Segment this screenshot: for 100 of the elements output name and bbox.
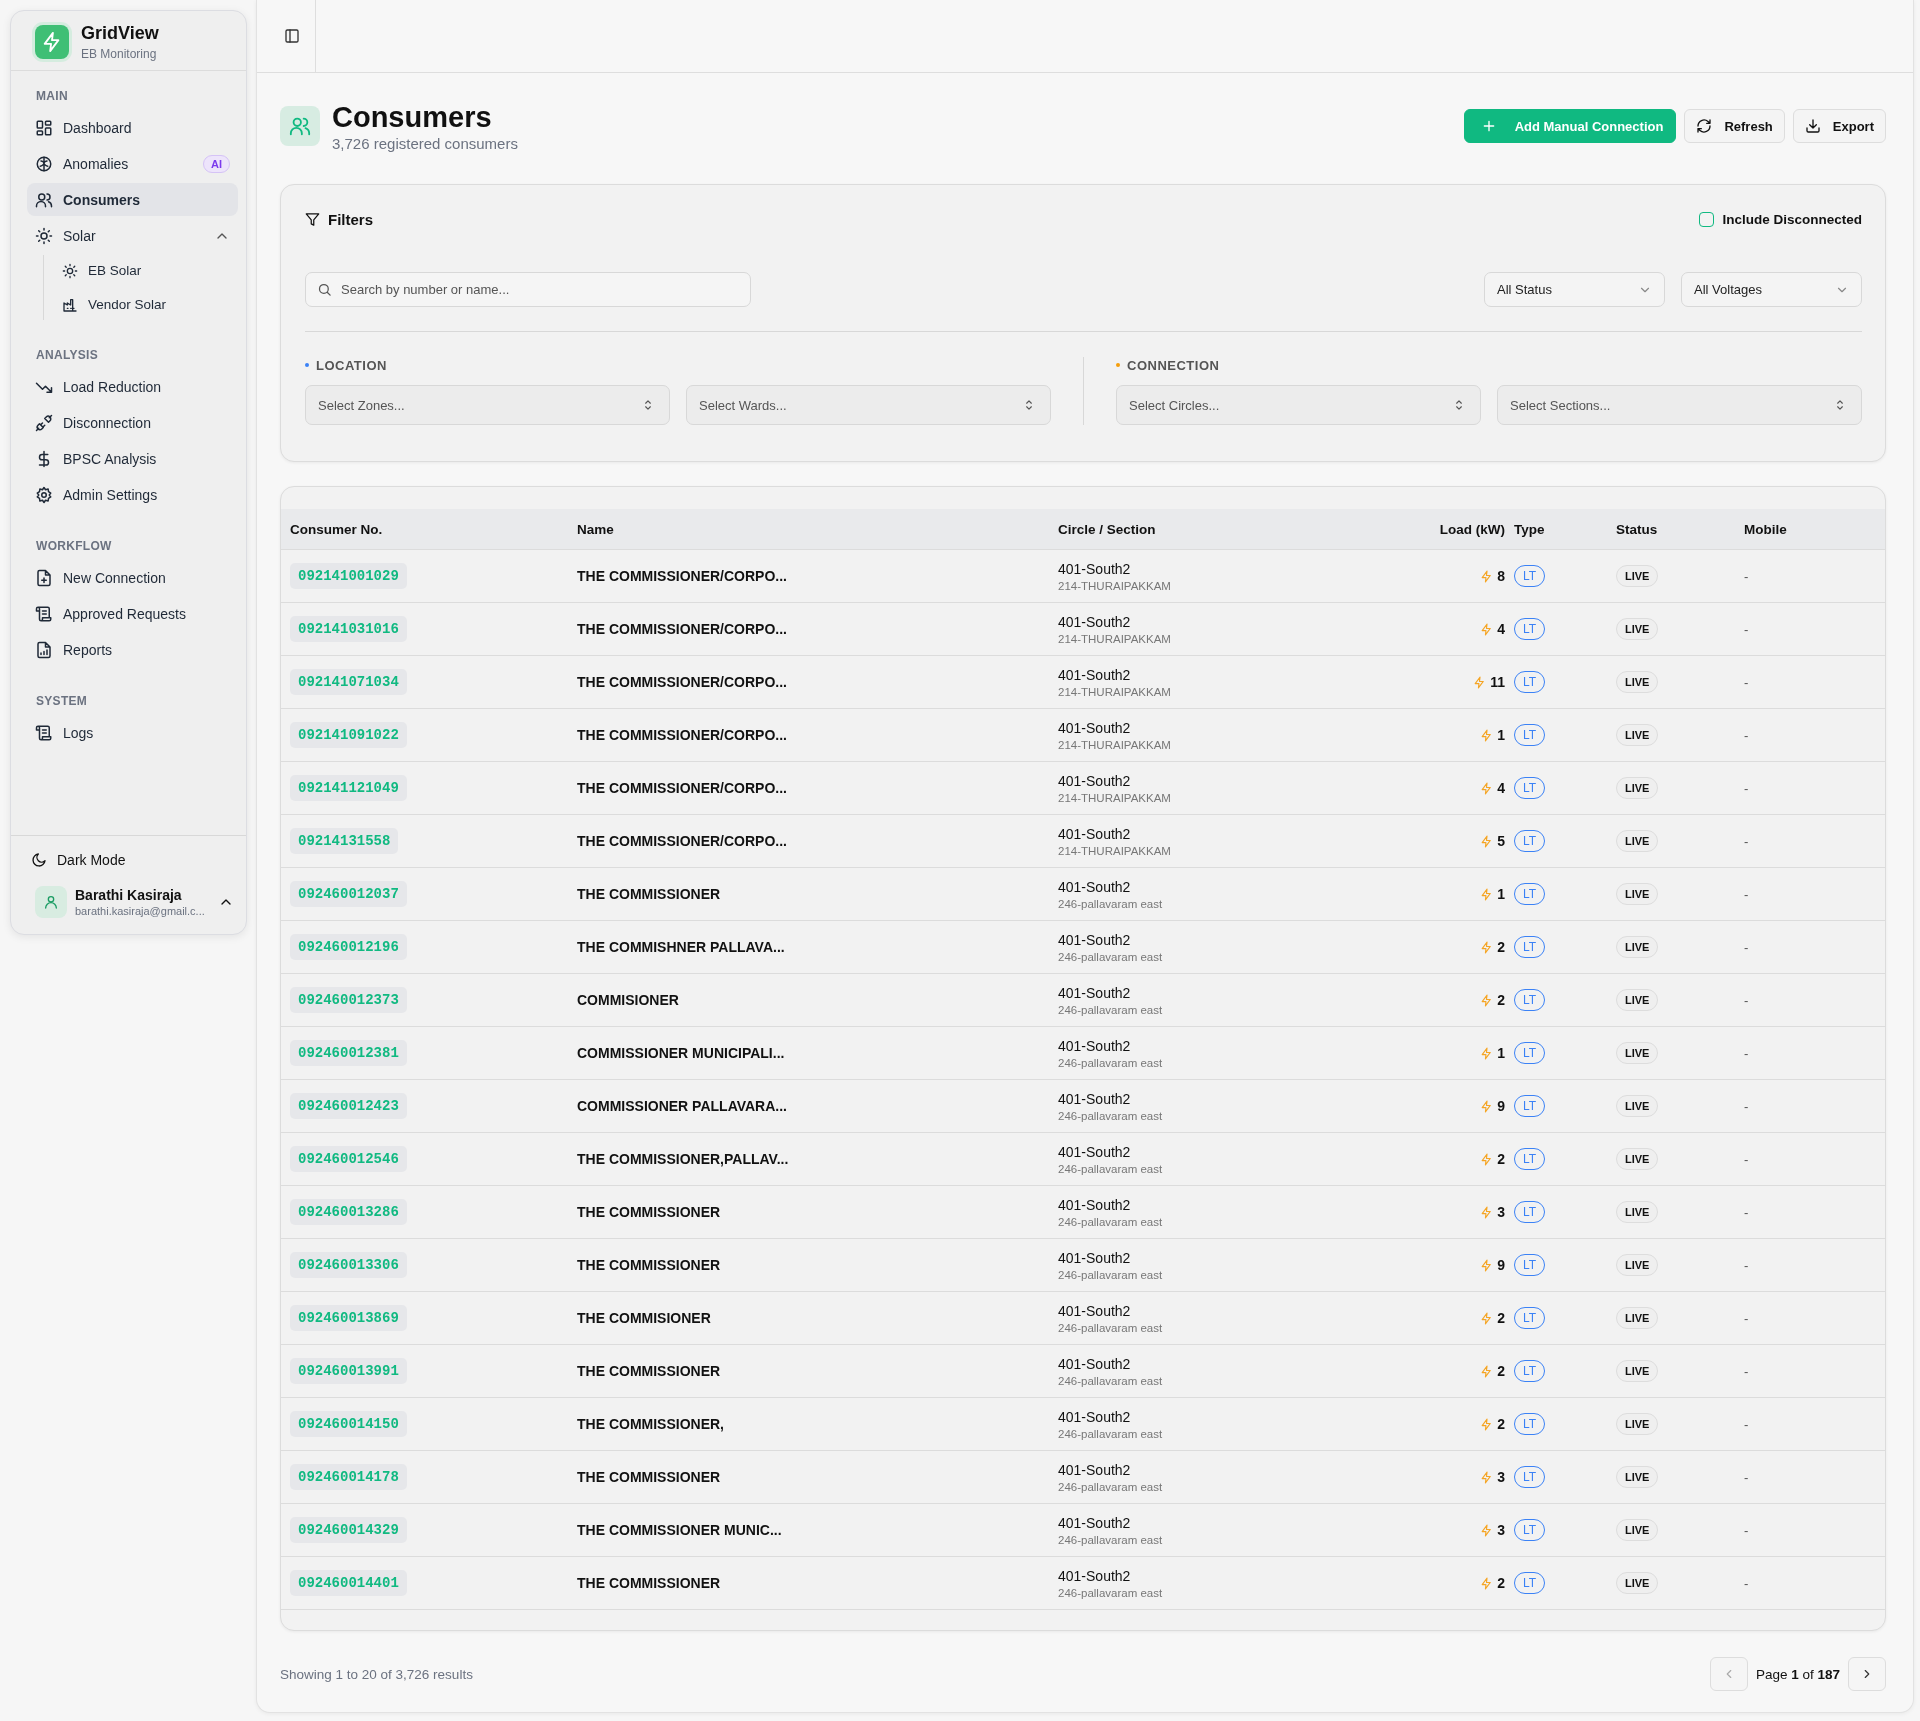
column-header: Mobile <box>1744 521 1788 537</box>
select-field[interactable]: Select Wards... <box>686 385 1051 425</box>
nav-item[interactable]: New Connection <box>27 561 238 594</box>
dark-mode-toggle[interactable]: Dark Mode <box>23 848 238 872</box>
users-icon <box>35 190 53 209</box>
section-text: 246-pallavaram east <box>1058 1215 1164 1228</box>
load-value: 1 <box>1497 727 1505 743</box>
circle-text: 401-South2 <box>1058 1461 1132 1478</box>
nav-item[interactable]: BPSC Analysis <box>27 442 238 475</box>
mobile-text: - <box>1744 1364 1749 1379</box>
section-text: 214-THURAIPAKKAM <box>1058 685 1172 698</box>
bolt-icon <box>1480 1470 1494 1484</box>
nav-item[interactable]: Consumers <box>27 183 238 216</box>
nav-subitem[interactable]: Vendor Solar <box>54 289 238 320</box>
circle-text: 401-South2 <box>1058 1514 1132 1531</box>
consumer-name: THE COMMISHNER PALLAVA... <box>577 939 785 955</box>
previous-page-button[interactable] <box>1709 1657 1748 1691</box>
circle-text: 401-South2 <box>1058 1249 1132 1266</box>
column-header: Status <box>1616 521 1659 537</box>
section-text: 214-THURAIPAKKAM <box>1058 844 1172 857</box>
status-badge: LIVE <box>1616 1413 1659 1435</box>
select-field[interactable]: Select Circles... <box>1116 385 1481 425</box>
nav-item[interactable]: Dashboard <box>27 111 238 144</box>
consumer-name: THE COMMISSIONER MUNIC... <box>577 1522 782 1538</box>
section-text: 246-pallavaram east <box>1058 1268 1164 1281</box>
group-title: CONNECTION <box>1127 357 1220 373</box>
consumer-name: THE COMMISSIONER <box>577 886 721 902</box>
consumer-name: THE COMMISSIONER <box>577 1469 721 1485</box>
nav-item[interactable]: Admin Settings <box>27 478 238 511</box>
status-badge: LIVE <box>1616 1201 1659 1223</box>
column-header: Load (kW) <box>1438 521 1506 537</box>
dropdown[interactable]: All Status <box>1484 272 1665 307</box>
dropdown[interactable]: All Voltages <box>1681 272 1862 307</box>
load-value: 5 <box>1497 833 1505 849</box>
consumer-name: THE COMMISIONER <box>577 1310 711 1326</box>
consumer-name: COMMISSIONER MUNICIPALI... <box>577 1045 785 1061</box>
section-text: 214-THURAIPAKKAM <box>1058 791 1172 804</box>
nav-item[interactable]: Disconnection <box>27 406 238 439</box>
status-badge: LIVE <box>1616 1148 1659 1170</box>
section-title: SYSTEM <box>36 694 89 708</box>
status-badge: LIVE <box>1616 830 1659 852</box>
bolt-icon <box>1480 569 1494 583</box>
page-title: Consumers <box>332 100 493 133</box>
user-menu[interactable]: Barathi Kasiraja barathi.kasiraja@gmail.c... <box>23 882 238 922</box>
load-value: 11 <box>1490 674 1505 690</box>
section-text: 246-pallavaram east <box>1058 1109 1164 1122</box>
nav-item[interactable]: Anomalies AI <box>27 147 238 180</box>
filters-title: Filters <box>328 211 373 228</box>
nav-item[interactable]: Approved Requests <box>27 597 238 630</box>
circle-text: 401-South2 <box>1058 1037 1132 1054</box>
section-text: 246-pallavaram east <box>1058 1321 1164 1334</box>
nav-subitem[interactable]: EB Solar <box>54 255 238 286</box>
status-badge: LIVE <box>1616 1095 1659 1117</box>
load-value: 4 <box>1497 780 1505 796</box>
nav-item[interactable]: Load Reduction <box>27 370 238 403</box>
scroll-icon <box>35 723 53 742</box>
next-page-button[interactable] <box>1848 1657 1886 1691</box>
nav-item[interactable]: Logs <box>27 716 238 749</box>
sun-icon <box>35 226 53 245</box>
load-value: 1 <box>1497 1045 1505 1061</box>
load-value: 3 <box>1497 1204 1505 1220</box>
mobile-text: - <box>1744 887 1749 902</box>
status-badge: LIVE <box>1616 936 1659 958</box>
consumer-name: THE COMMISSIONER <box>577 1204 721 1220</box>
mobile-text: - <box>1744 569 1749 584</box>
mobile-text: - <box>1744 675 1749 690</box>
load-value: 9 <box>1497 1257 1505 1273</box>
section-text: 246-pallavaram east <box>1058 1374 1164 1387</box>
select-field[interactable]: Select Zones... <box>305 385 670 425</box>
unplugged-icon <box>35 413 53 432</box>
load-value: 2 <box>1497 1416 1505 1432</box>
file-plus-icon <box>35 568 53 587</box>
load-value: 2 <box>1497 992 1505 1008</box>
status-badge: LIVE <box>1616 1360 1659 1382</box>
include-disconnected-checkbox[interactable]: Include Disconnected <box>1699 212 1862 227</box>
nav-item[interactable]: Solar <box>27 219 238 252</box>
section-text: 246-pallavaram east <box>1058 1003 1164 1016</box>
circle-text: 401-South2 <box>1058 825 1132 842</box>
select-field[interactable]: Select Sections... <box>1497 385 1862 425</box>
load-value: 2 <box>1497 1151 1505 1167</box>
nav-item[interactable]: Reports <box>27 633 238 666</box>
status-badge: LIVE <box>1616 883 1659 905</box>
circle-text: 401-South2 <box>1058 984 1132 1001</box>
search-field[interactable]: Search by number or name... <box>305 272 751 307</box>
consumer-name: THE COMMISSIONER <box>577 1257 721 1273</box>
section-text: 246-pallavaram east <box>1058 1586 1164 1599</box>
status-badge: LIVE <box>1616 724 1659 746</box>
section-text: 214-THURAIPAKKAM <box>1058 632 1172 645</box>
export-button[interactable]: Export <box>1792 109 1886 143</box>
consumer-name: THE COMMISSIONER <box>577 1575 721 1591</box>
circle-text: 401-South2 <box>1058 1302 1132 1319</box>
section-text: 246-pallavaram east <box>1058 1480 1164 1493</box>
load-value: 3 <box>1497 1469 1505 1485</box>
load-value: 2 <box>1497 939 1505 955</box>
bolt-icon <box>1480 1311 1494 1325</box>
refresh-button[interactable]: Refresh <box>1684 109 1785 143</box>
section-text: 214-THURAIPAKKAM <box>1058 579 1172 592</box>
refresh-icon <box>1696 118 1713 134</box>
circle-text: 401-South2 <box>1058 878 1132 895</box>
section-text: 214-THURAIPAKKAM <box>1058 738 1172 751</box>
